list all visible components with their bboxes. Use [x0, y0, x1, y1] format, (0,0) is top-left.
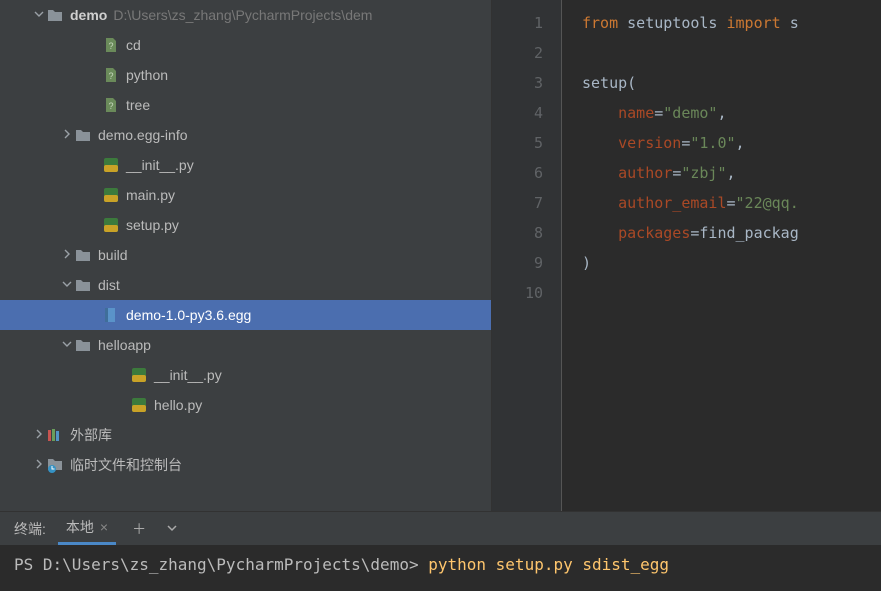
tree-item-label: python	[126, 67, 168, 83]
line-number: 3	[492, 68, 543, 98]
terminal-command: python setup.py sdist_egg	[428, 555, 669, 574]
terminal-tab-label: 本地	[66, 517, 94, 537]
line-number: 2	[492, 38, 543, 68]
line-number: 6	[492, 158, 543, 188]
egg-icon	[102, 306, 120, 324]
tree-item-label: demo	[70, 7, 107, 23]
svg-text:?: ?	[108, 71, 113, 81]
tree-item-label: dist	[98, 277, 120, 293]
terminal-dropdown-icon[interactable]	[162, 521, 182, 537]
terminal-tab-local[interactable]: 本地 ×	[58, 512, 116, 545]
line-number: 7	[492, 188, 543, 218]
code-line[interactable]: setup(	[582, 68, 799, 98]
terminal-prompt-path: D:\Users\zs_zhang\PycharmProjects\demo>	[43, 555, 419, 574]
lib-icon	[46, 426, 64, 444]
line-number: 9	[492, 248, 543, 278]
svg-text:?: ?	[108, 101, 113, 111]
tree-item-path: D:\Users\zs_zhang\PycharmProjects\dem	[113, 7, 372, 23]
line-number: 8	[492, 218, 543, 248]
chevron-right-icon[interactable]	[60, 249, 74, 262]
tree-item[interactable]: __init__.py	[0, 150, 491, 180]
py-icon	[102, 216, 120, 234]
folder-icon	[74, 246, 92, 264]
code-editor[interactable]: 12345678910 from setuptools import s set…	[492, 0, 881, 511]
tree-item-label: main.py	[126, 187, 175, 203]
tree-item[interactable]: demo D:\Users\zs_zhang\PycharmProjects\de…	[0, 0, 491, 30]
code-line[interactable]: name="demo",	[582, 98, 799, 128]
line-number: 5	[492, 128, 543, 158]
tree-item-label: 临时文件和控制台	[70, 455, 182, 475]
chevron-right-icon[interactable]	[32, 429, 46, 442]
unknown-icon: ?	[102, 66, 120, 84]
folder-icon	[74, 276, 92, 294]
tree-item[interactable]: ? tree	[0, 90, 491, 120]
code-line[interactable]: version="1.0",	[582, 128, 799, 158]
py-icon	[130, 366, 148, 384]
project-tree[interactable]: demo D:\Users\zs_zhang\PycharmProjects\de…	[0, 0, 492, 511]
terminal-tabbar: 终端: 本地 × ＋	[0, 511, 881, 545]
tree-item-label: tree	[126, 97, 150, 113]
tree-item-label: helloapp	[98, 337, 151, 353]
code-line[interactable]: )	[582, 248, 799, 278]
tree-item[interactable]: demo.egg-info	[0, 120, 491, 150]
tree-item[interactable]: ? cd	[0, 30, 491, 60]
tree-item[interactable]: 临时文件和控制台	[0, 450, 491, 480]
close-icon[interactable]: ×	[100, 519, 108, 535]
tree-item[interactable]: __init__.py	[0, 360, 491, 390]
tree-item-label: 外部库	[70, 425, 112, 445]
folder-icon	[46, 6, 64, 24]
tree-item[interactable]: helloapp	[0, 330, 491, 360]
tree-item[interactable]: 外部库	[0, 420, 491, 450]
py-icon	[102, 186, 120, 204]
chevron-down-icon[interactable]	[60, 339, 74, 352]
terminal-prompt-prefix: PS	[14, 555, 43, 574]
tree-item-label: build	[98, 247, 128, 263]
add-terminal-button[interactable]: ＋	[128, 519, 150, 539]
code-line[interactable]: from setuptools import s	[582, 8, 799, 38]
tree-item-label: cd	[126, 37, 141, 53]
tree-item[interactable]: main.py	[0, 180, 491, 210]
py-icon	[102, 156, 120, 174]
code-line[interactable]: author_email="22@qq.	[582, 188, 799, 218]
folder-icon	[74, 126, 92, 144]
folder-icon	[74, 336, 92, 354]
editor-gutter: 12345678910	[492, 0, 562, 511]
chevron-right-icon[interactable]	[60, 129, 74, 142]
svg-text:?: ?	[108, 41, 113, 51]
tree-item[interactable]: ? python	[0, 60, 491, 90]
line-number: 10	[492, 278, 543, 308]
editor-code[interactable]: from setuptools import s setup( name="de…	[562, 0, 799, 511]
unknown-icon: ?	[102, 96, 120, 114]
code-line[interactable]: author="zbj",	[582, 158, 799, 188]
scratch-icon	[46, 456, 64, 474]
line-number: 1	[492, 8, 543, 38]
py-icon	[130, 396, 148, 414]
tree-item-label: demo-1.0-py3.6.egg	[126, 307, 251, 323]
tree-item-label: demo.egg-info	[98, 127, 188, 143]
chevron-down-icon[interactable]	[60, 279, 74, 292]
code-line[interactable]: packages=find_packag	[582, 218, 799, 248]
tree-item-label: __init__.py	[126, 157, 194, 173]
terminal-body[interactable]: PS D:\Users\zs_zhang\PycharmProjects\dem…	[0, 545, 881, 591]
tree-item-label: hello.py	[154, 397, 202, 413]
chevron-right-icon[interactable]	[32, 459, 46, 472]
unknown-icon: ?	[102, 36, 120, 54]
tree-item[interactable]: build	[0, 240, 491, 270]
terminal-label: 终端:	[14, 519, 46, 539]
tree-item[interactable]: hello.py	[0, 390, 491, 420]
code-line[interactable]	[582, 38, 799, 68]
line-number: 4	[492, 98, 543, 128]
chevron-down-icon[interactable]	[32, 9, 46, 22]
tree-item[interactable]: dist	[0, 270, 491, 300]
code-line[interactable]	[582, 278, 799, 308]
tree-item-label: __init__.py	[154, 367, 222, 383]
tree-item[interactable]: demo-1.0-py3.6.egg	[0, 300, 491, 330]
tree-item-label: setup.py	[126, 217, 179, 233]
tree-item[interactable]: setup.py	[0, 210, 491, 240]
